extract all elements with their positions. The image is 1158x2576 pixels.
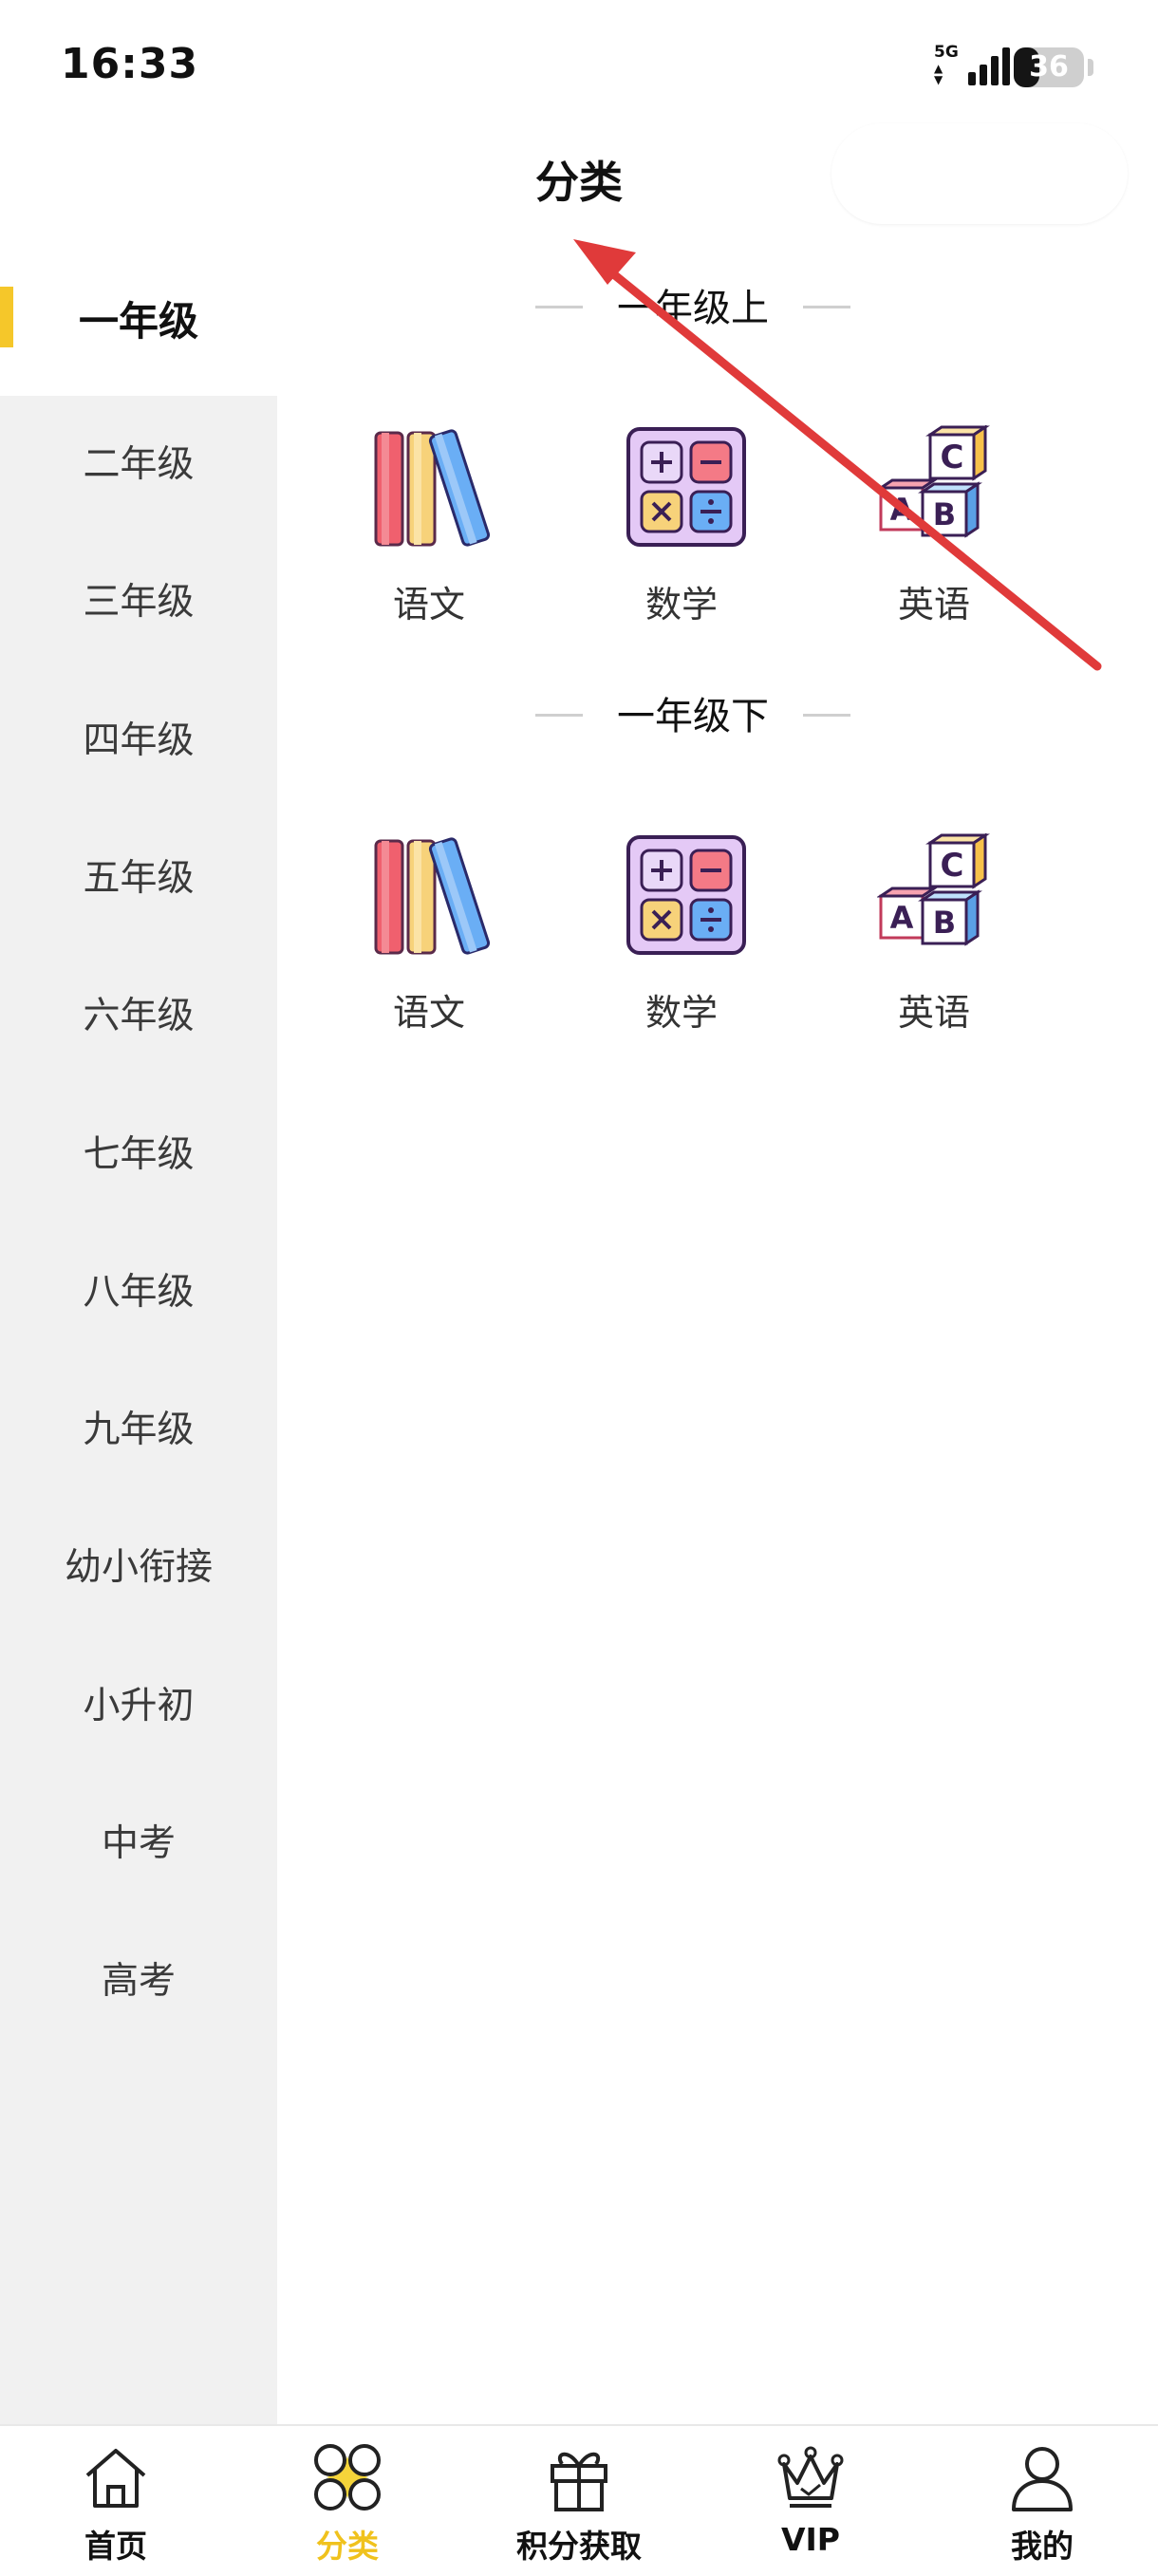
tab-label: VIP (780, 2521, 840, 2558)
status-bar: 16:33 5G ▲ ▼ 36 (0, 0, 1158, 123)
abc-blocks-icon: C A B (876, 832, 1000, 957)
mini-program-capsule[interactable] (831, 123, 1128, 224)
subject-item[interactable]: C A B 英语 (830, 832, 1038, 1061)
signal-icon (968, 47, 1010, 85)
subject-label: 语文 (392, 584, 465, 625)
battery-percent: 36 (1029, 50, 1069, 84)
network-type: 5G (934, 43, 959, 62)
svg-text:A: A (890, 900, 914, 936)
svg-text:C: C (941, 847, 964, 885)
section-title-text: 一年级上 (617, 287, 769, 330)
sidebar-item-label: 六年级 (83, 995, 195, 1037)
books-icon (372, 425, 495, 549)
sidebar-item[interactable]: 二年级 (0, 396, 277, 533)
tab-mine[interactable]: 我的 (926, 2426, 1158, 2576)
network-activity-icon: ▲ ▼ (934, 62, 943, 86)
active-indicator (0, 287, 13, 347)
calculator-icon (625, 833, 748, 957)
gift-icon (551, 2452, 607, 2511)
home-icon (85, 2449, 146, 2508)
category-icon (314, 2444, 381, 2511)
sidebar-item[interactable]: 九年级 (0, 1361, 277, 1499)
svg-text:B: B (933, 496, 956, 532)
divider (535, 306, 583, 308)
sidebar-item-label: 九年级 (83, 1409, 195, 1451)
sidebar-item[interactable]: 三年级 (0, 533, 277, 671)
user-icon (1012, 2447, 1073, 2511)
subject-label: 数学 (644, 584, 718, 625)
divider (535, 714, 583, 717)
tab-category[interactable]: 分类 (232, 2426, 463, 2576)
battery-icon: 36 (1014, 47, 1084, 87)
battery-tip (1088, 59, 1093, 76)
sidebar-item-label: 四年级 (83, 719, 195, 762)
subject-item[interactable]: 语文 (325, 833, 533, 1061)
abc-blocks-icon: C A B (876, 424, 1000, 549)
sidebar-item-label: 小升初 (83, 1685, 195, 1727)
sidebar-item-label: 五年级 (83, 857, 195, 900)
crown-icon (777, 2446, 844, 2508)
sidebar-item-label: 三年级 (83, 581, 195, 624)
tab-points[interactable]: 积分获取 (463, 2426, 695, 2576)
subject-label: 英语 (897, 992, 970, 1034)
svg-text:A: A (890, 492, 914, 528)
sidebar-item-label: 幼小衔接 (64, 1546, 213, 1589)
sidebar-item[interactable]: 中考 (0, 1775, 277, 1913)
sidebar-item[interactable]: 高考 (0, 1913, 277, 2050)
subject-item[interactable]: 数学 (577, 425, 786, 653)
sidebar-item-label: 一年级 (78, 298, 198, 345)
sidebar-item[interactable]: 七年级 (0, 1086, 277, 1223)
sidebar-item[interactable]: 六年级 (0, 947, 277, 1085)
books-icon (372, 833, 495, 957)
tab-vip[interactable]: VIP (695, 2426, 926, 2576)
subject-item[interactable]: 语文 (325, 425, 533, 653)
section-title: 一年级上 (513, 277, 873, 334)
section-title: 一年级下 (513, 685, 873, 742)
tab-label: 首页 (84, 2528, 147, 2565)
status-time: 16:33 (61, 40, 199, 88)
sidebar-item-label: 高考 (101, 1960, 176, 2003)
bottom-tab-bar: 首页 分类 积分获取 VIP 我的 (0, 2424, 1158, 2576)
subject-label: 语文 (392, 992, 465, 1034)
subject-item[interactable]: C A B 英语 (830, 424, 1038, 653)
sidebar-item[interactable]: 五年级 (0, 810, 277, 947)
divider (803, 306, 850, 308)
subject-label: 数学 (644, 992, 718, 1034)
tab-label: 分类 (316, 2528, 379, 2565)
sidebar-item-label: 八年级 (83, 1271, 195, 1314)
sidebar-item-label: 中考 (101, 1822, 176, 1865)
sidebar-item[interactable]: 四年级 (0, 672, 277, 810)
sidebar-item-label: 七年级 (83, 1133, 195, 1176)
sidebar-item-label: 二年级 (83, 443, 195, 486)
divider (803, 714, 850, 717)
subject-label: 英语 (897, 584, 970, 625)
section-title-text: 一年级下 (617, 695, 769, 738)
calculator-icon (625, 425, 748, 549)
subject-item[interactable]: 数学 (577, 833, 786, 1061)
tab-home[interactable]: 首页 (0, 2426, 232, 2576)
sidebar-item[interactable]: 小升初 (0, 1637, 277, 1775)
sidebar-item[interactable]: 幼小衔接 (0, 1499, 277, 1636)
network-label: 5G ▲ ▼ (934, 44, 962, 85)
svg-text:B: B (933, 905, 956, 941)
tab-label: 积分获取 (516, 2528, 642, 2565)
sidebar-item[interactable]: 八年级 (0, 1223, 277, 1361)
tab-label: 我的 (1011, 2528, 1074, 2565)
svg-text:C: C (941, 439, 964, 476)
sidebar-item[interactable]: 一年级 (0, 247, 277, 396)
